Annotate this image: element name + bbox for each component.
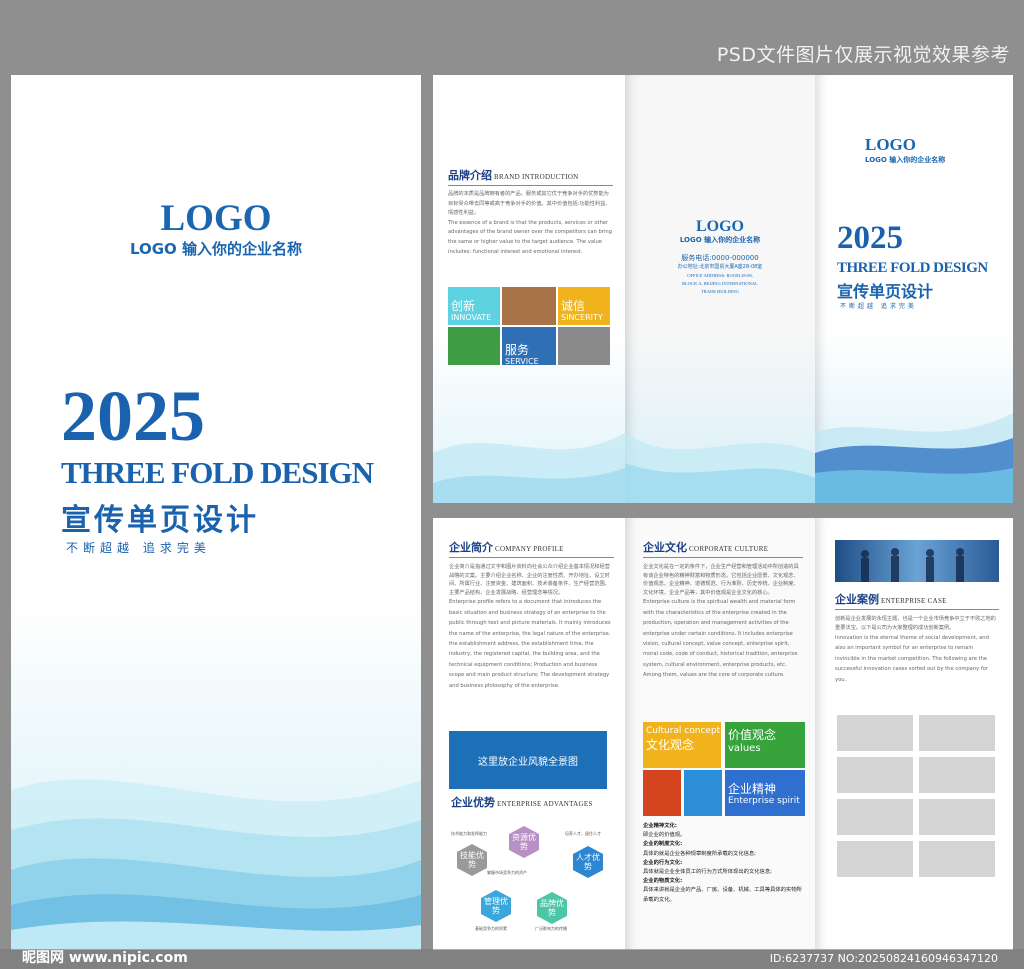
case-thumb [837,799,913,835]
brand-heading: 品牌介绍 BRAND INTRODUCTION [448,169,579,182]
tile-enterprise-spirit: 企业精神 Enterprise spirit [725,770,805,816]
hex-talent: 人才优势 [573,846,603,878]
profile-panel: 企业简介 COMPANY PROFILE 企业简介是指通过文字和图片资料向社会公众… [433,518,625,950]
brand-text-en: The essence of a brand is that the produ… [448,219,612,255]
case-thumb [837,841,913,877]
brand-divider [448,185,613,186]
back-address: 办公地址:北京市国贸大厦A座28-08室 [677,264,763,270]
people-silhouettes-icon [861,548,964,582]
tile-blue [684,770,722,816]
front-year: 2025 [837,220,903,256]
case-thumb [919,715,995,751]
tile-green [448,327,500,365]
cases-divider [835,609,999,610]
case-thumb [837,715,913,751]
top-note: PSD文件图片仅展示视觉效果参考 [716,44,1010,66]
adv-note-3: 掌握市场竞争力的资产 [487,870,527,875]
profile-text-en: Enterprise profile refers to a document … [449,599,611,689]
hex-brand: 品牌优势 [537,892,567,924]
back-phone: 服务电话:0000-000000 [681,254,759,262]
brand-panel: 品牌介绍 BRAND INTRODUCTION 品牌的本质是品牌拥有者的产品、服务… [433,75,625,503]
case-thumb [837,757,913,793]
culture-heading: 企业文化 CORPORATE CULTURE [643,541,769,554]
cover-slogan: 不断超越 追求完美 [66,541,211,555]
profile-divider [449,557,614,558]
front-wave-decoration [815,413,1013,503]
profile-image-placeholder: 这里放企业风貌全景图 [449,731,607,789]
front-title-cn: 宣传单页设计 [837,282,934,301]
brand-wave-decoration [433,433,625,503]
case-thumb [919,757,995,793]
back-wave-decoration [625,433,815,503]
adv-note-5: 广泛影响力的传播 [535,926,567,931]
cover-logo: LOGO [160,198,272,239]
front-slogan: 不断超越 追求完美 [840,303,917,310]
case-thumb [919,841,995,877]
front-panel: LOGO LOGO 输入你的企业名称 2025 THREE FOLD DESIG… [815,75,1013,503]
tile-brown [502,287,556,325]
tile-red [643,770,681,816]
adv-note-1: 技术能力和发挥能力 [451,831,487,836]
culture-text-en: Enterprise culture is the spiritual weal… [643,599,798,679]
case-thumb [919,799,995,835]
tile-cultural-concept: Cultural concept 文化观念 [643,722,721,768]
cover-logo-subtitle: LOGO 输入你的企业名称 [129,240,303,258]
back-panel: LOGO LOGO 输入你的企业名称 服务电话:0000-000000 办公地址… [625,75,815,503]
culture-text-cn: 企业文化是在一定的条件下，企业生产经营和管理活动中所创造的具有该企业特色的精神财… [643,564,799,596]
cases-panel: 企业案例 ENTERPRISE CASE 创新是企业发展的永恒主题，也是一个企业市… [815,518,1013,950]
cover-wave-decoration [11,779,421,950]
culture-list: 企业精神文化: 即企业的价值观。 企业的制度文化: 具体的就是企业各种规章制度所承载… [643,823,802,903]
front-logo-subtitle: LOGO 输入你的企业名称 [865,156,946,164]
hex-skill: 技能优势 [457,844,487,876]
cases-heading: 企业案例 ENTERPRISE CASE [835,593,947,606]
adv-note-2: 培养人才，留住人才 [565,831,601,836]
front-logo: LOGO [865,135,917,154]
profile-text-cn: 企业简介是指通过文字和图片资料向社会公众介绍企业基本情况和经营战略的文案。主要介… [449,564,610,596]
cover-panel: LOGO LOGO 输入你的企业名称 2025 THREE FOLD DESIG… [11,75,421,950]
tile-sincerity: 诚信 SINCERITY [558,287,610,325]
advantages-heading: 企业优势 ENTERPRISE ADVANTAGES [451,796,593,809]
front-title-en: THREE FOLD DESIGN [837,260,988,276]
brand-text-cn: 品牌的本质是品牌拥有者的产品、服务或其它优于竞争对手的优势能为目标受众带去同等或… [448,191,611,217]
back-logo: LOGO [695,218,744,235]
cover-title-cn: 宣传单页设计 [61,503,259,538]
watermark-site: 昵图网 www.nipic.com [22,950,188,966]
tile-service: 服务 SERVICE [502,327,556,366]
culture-divider [643,557,803,558]
hex-management: 管理优势 [481,890,511,922]
cases-text-en: Innovation is the eternal theme of socia… [835,635,989,683]
cases-photo [835,540,999,582]
back-address-en: OFFICE ADDRESS: ROOM 28-08, BLOCK A, BEIJ… [682,273,758,294]
watermark-id: ID:6237737 NO:20250824160946347120 [769,952,998,965]
cases-text-cn: 创新是企业发展的永恒主题，也是一个企业市场竞争中立于不败之地的重要法宝。以下是公… [835,616,996,631]
adv-note-4: 基础竞争力的积累 [475,926,507,931]
tile-innovate: 创新 INNOVATE [448,287,500,325]
tile-values: 价值观念 values [725,722,805,768]
cover-title-en: THREE FOLD DESIGN [61,455,374,490]
back-logo-subtitle: LOGO 输入你的企业名称 [679,236,761,244]
cover-year: 2025 [61,376,205,456]
hex-resource: 资源优势 [509,826,539,858]
tile-grey [558,327,610,365]
profile-heading: 企业简介 COMPANY PROFILE [449,541,564,554]
culture-panel: 企业文化 CORPORATE CULTURE 企业文化是在一定的条件下，企业生产经… [625,518,815,950]
